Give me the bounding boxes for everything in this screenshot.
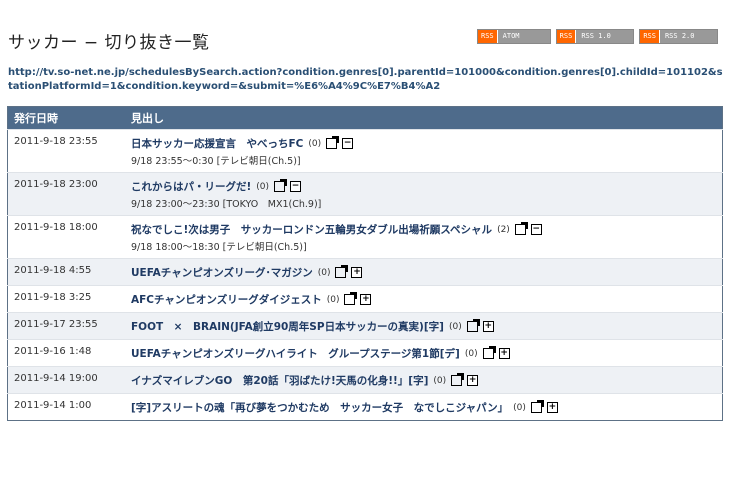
external-link-icon[interactable]	[466, 319, 480, 332]
airtime-info: 9/18 18:00〜18:30 [テレビ朝日(Ch.5)]	[131, 242, 307, 253]
toggle-details-icon[interactable]: +	[360, 294, 372, 305]
table-row: 2011-9-18 23:55 日本サッカー応援宣言 やべっちFC (0) − …	[7, 129, 723, 173]
rss2-feed-button[interactable]: RSS RSS 2.0	[639, 29, 718, 44]
external-link-icon[interactable]	[451, 373, 465, 386]
query-url-link[interactable]: http://tv.so-net.ne.jp/schedulesBySearch…	[8, 66, 723, 94]
table-row: 2011-9-16 1:48 UEFAチャンピオンズリーグハイライト グループス…	[7, 339, 723, 367]
rss1-feed-button[interactable]: RSS RSS 1.0	[555, 29, 635, 44]
row-date: 2011-9-14 1:00	[7, 393, 125, 421]
rss-badge: RSS	[640, 30, 660, 43]
row-date: 2011-9-17 23:55	[7, 312, 125, 340]
program-title-link[interactable]: FOOT × BRAIN(JFA創立90周年SP日本サッカーの真実)[字]	[131, 319, 444, 334]
program-title-link[interactable]: 祝なでしこ!次は男子 サッカーロンドン五輪男女ダブル出場祈願スペシャル	[131, 222, 492, 237]
external-link-icon[interactable]	[344, 292, 358, 305]
toggle-details-icon[interactable]: +	[498, 348, 510, 359]
external-link-icon[interactable]	[274, 179, 288, 192]
program-title-link[interactable]: UEFAチャンピオンズリーグ･マガジン	[131, 265, 313, 280]
row-date: 2011-9-14 19:00	[7, 366, 125, 394]
clip-count: (0)	[256, 181, 270, 192]
row-title-cell: [字]アスリートの魂「再び夢をつかむため サッカー女子 なでしこジャパン」 (0…	[125, 393, 723, 421]
row-title-cell: UEFAチャンピオンズリーグハイライト グループステージ第1節[デ] (0) +	[125, 339, 723, 367]
clip-count: (0)	[308, 138, 322, 149]
atom-feed-button[interactable]: RSS ATOM	[477, 29, 551, 44]
row-date: 2011-9-18 4:55	[7, 258, 125, 286]
row-title-cell: UEFAチャンピオンズリーグ･マガジン (0) +	[125, 258, 723, 286]
program-title-link[interactable]: 日本サッカー応援宣言 やべっちFC	[131, 136, 303, 151]
table-header-row: 発行日時 見出し	[7, 106, 723, 130]
row-title-cell: 日本サッカー応援宣言 やべっちFC (0) − 9/18 23:55〜0:30 …	[125, 129, 723, 173]
airtime-info: 9/18 23:55〜0:30 [テレビ朝日(Ch.5)]	[131, 156, 301, 167]
row-date: 2011-9-16 1:48	[7, 339, 125, 367]
clippings-table: 発行日時 見出し 2011-9-18 23:55 日本サッカー応援宣言 やべっち…	[7, 106, 723, 421]
program-title-link[interactable]: AFCチャンピオンズリーグダイジェスト	[131, 292, 322, 307]
row-title-cell: これからはパ・リーグだ! (0) − 9/18 23:00〜23:30 [TOK…	[125, 172, 723, 216]
feed-links: RSS ATOM RSS RSS 1.0 RSS RSS 2.0	[477, 29, 718, 44]
table-row: 2011-9-18 3:25 AFCチャンピオンズリーグダイジェスト (0) +	[7, 285, 723, 313]
toggle-details-icon[interactable]: +	[351, 267, 363, 278]
table-row: 2011-9-14 1:00 [字]アスリートの魂「再び夢をつかむため サッカー…	[7, 393, 723, 421]
external-link-icon[interactable]	[335, 265, 349, 278]
row-date: 2011-9-18 23:55	[7, 129, 125, 173]
toggle-details-icon[interactable]: −	[342, 138, 354, 149]
table-row: 2011-9-18 4:55 UEFAチャンピオンズリーグ･マガジン (0) +	[7, 258, 723, 286]
date-column-header: 発行日時	[7, 106, 125, 130]
row-title-cell: 祝なでしこ!次は男子 サッカーロンドン五輪男女ダブル出場祈願スペシャル (2) …	[125, 215, 723, 259]
title-column-header: 見出し	[125, 106, 723, 130]
rss-badge: RSS	[478, 30, 498, 43]
page-title: サッカー − 切り抜き一覧	[8, 33, 210, 53]
table-row: 2011-9-18 18:00 祝なでしこ!次は男子 サッカーロンドン五輪男女ダ…	[7, 215, 723, 259]
row-date: 2011-9-18 18:00	[7, 215, 125, 259]
row-date: 2011-9-18 3:25	[7, 285, 125, 313]
external-link-icon[interactable]	[482, 346, 496, 359]
toggle-details-icon[interactable]: +	[482, 321, 494, 332]
row-title-cell: イナズマイレブンGO 第20話「羽ばたけ!天馬の化身!!」[字] (0) +	[125, 366, 723, 394]
toggle-details-icon[interactable]: +	[467, 375, 479, 386]
toggle-details-icon[interactable]: −	[290, 181, 302, 192]
program-title-link[interactable]: UEFAチャンピオンズリーグハイライト グループステージ第1節[デ]	[131, 346, 460, 361]
feed-format-label: ATOM	[497, 30, 550, 43]
clip-count: (0)	[326, 294, 340, 305]
program-title-link[interactable]: これからはパ・リーグだ!	[131, 179, 251, 194]
clip-count: (0)	[464, 348, 478, 359]
airtime-info: 9/18 23:00〜23:30 [TOKYO MX1(Ch.9)]	[131, 199, 322, 210]
toggle-details-icon[interactable]: −	[530, 224, 542, 235]
toggle-details-icon[interactable]: +	[546, 402, 558, 413]
clip-count: (0)	[513, 402, 526, 413]
external-link-icon[interactable]	[326, 136, 340, 149]
program-title-link[interactable]: イナズマイレブンGO 第20話「羽ばたけ!天馬の化身!!」[字]	[131, 373, 428, 388]
clip-count: (2)	[497, 224, 510, 235]
feed-format-label: RSS 2.0	[659, 30, 717, 43]
external-link-icon[interactable]	[530, 400, 544, 413]
clip-count: (0)	[448, 321, 462, 332]
row-title-cell: AFCチャンピオンズリーグダイジェスト (0) +	[125, 285, 723, 313]
rss-badge: RSS	[556, 30, 577, 43]
table-row: 2011-9-18 23:00 これからはパ・リーグだ! (0) − 9/18 …	[7, 172, 723, 216]
clip-count: (0)	[317, 267, 331, 278]
row-title-cell: FOOT × BRAIN(JFA創立90周年SP日本サッカーの真実)[字] (0…	[125, 312, 723, 340]
external-link-icon[interactable]	[514, 222, 528, 235]
feed-format-label: RSS 1.0	[576, 30, 634, 43]
table-row: 2011-9-14 19:00 イナズマイレブンGO 第20話「羽ばたけ!天馬の…	[7, 366, 723, 394]
table-row: 2011-9-17 23:55 FOOT × BRAIN(JFA創立90周年SP…	[7, 312, 723, 340]
program-title-link[interactable]: [字]アスリートの魂「再び夢をつかむため サッカー女子 なでしこジャパン」	[131, 400, 508, 415]
clip-count: (0)	[433, 375, 447, 386]
row-date: 2011-9-18 23:00	[7, 172, 125, 216]
